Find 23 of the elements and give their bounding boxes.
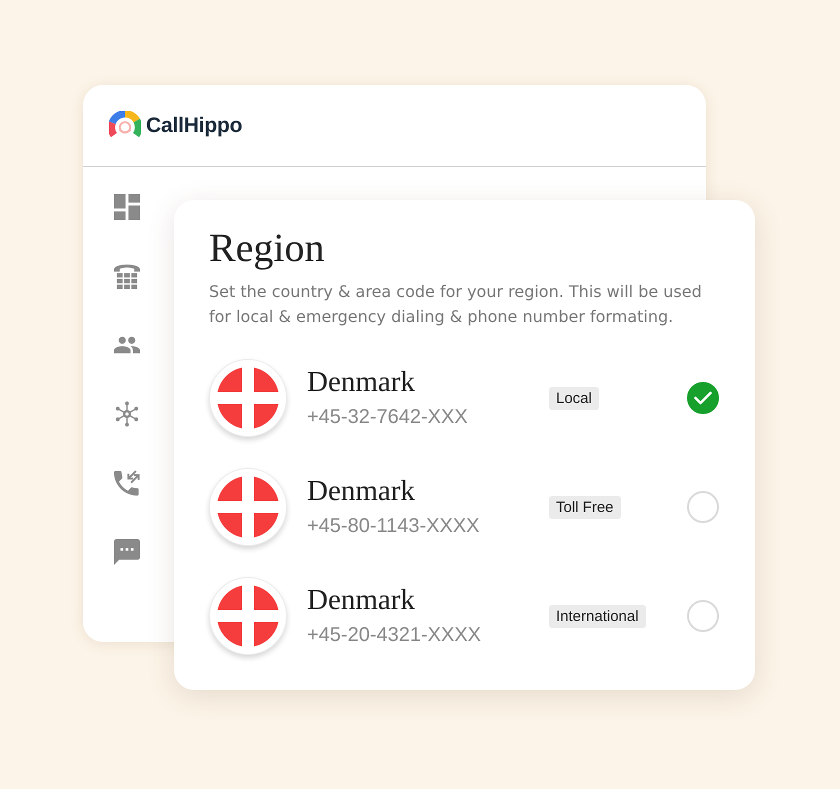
radio-button[interactable] — [687, 382, 719, 414]
flag-icon — [209, 577, 287, 655]
phone-number: +45-80-1143-XXXX — [307, 514, 480, 539]
flag-icon — [209, 468, 287, 546]
brand-name: CallHippo — [146, 114, 242, 138]
number-type-tag: International — [549, 604, 646, 628]
region-title: Region — [209, 225, 325, 271]
phone-arrows-icon[interactable] — [114, 470, 140, 496]
country-name: Denmark — [307, 475, 415, 507]
country-name: Denmark — [307, 366, 415, 398]
country-name: Denmark — [307, 584, 415, 616]
number-type-tag: Toll Free — [549, 496, 621, 518]
chat-icon[interactable] — [114, 539, 140, 565]
flag-icon — [209, 359, 287, 437]
number-type-tag: Local — [549, 386, 599, 410]
phone-number: +45-32-7642-XXX — [307, 405, 468, 430]
dashboard-icon[interactable] — [114, 194, 140, 220]
region-description: Set the country & area code for your region. This will be used for local & emergency dialing & phone number formating. — [209, 281, 703, 328]
network-icon[interactable] — [114, 401, 140, 427]
phone-number: +45-20-4321-XXXX — [307, 623, 482, 648]
telephone-keypad-icon[interactable] — [114, 263, 140, 289]
check-icon — [694, 391, 712, 405]
logo-icon — [109, 111, 141, 140]
